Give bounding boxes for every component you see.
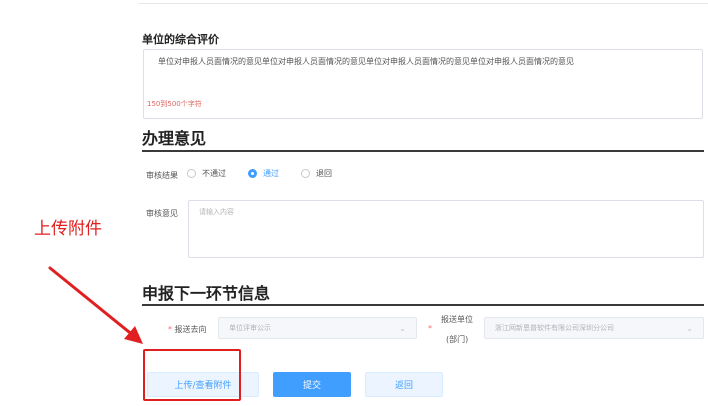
- annotation-highlight-box: [143, 349, 241, 401]
- annotation-arrow-icon: [48, 266, 143, 344]
